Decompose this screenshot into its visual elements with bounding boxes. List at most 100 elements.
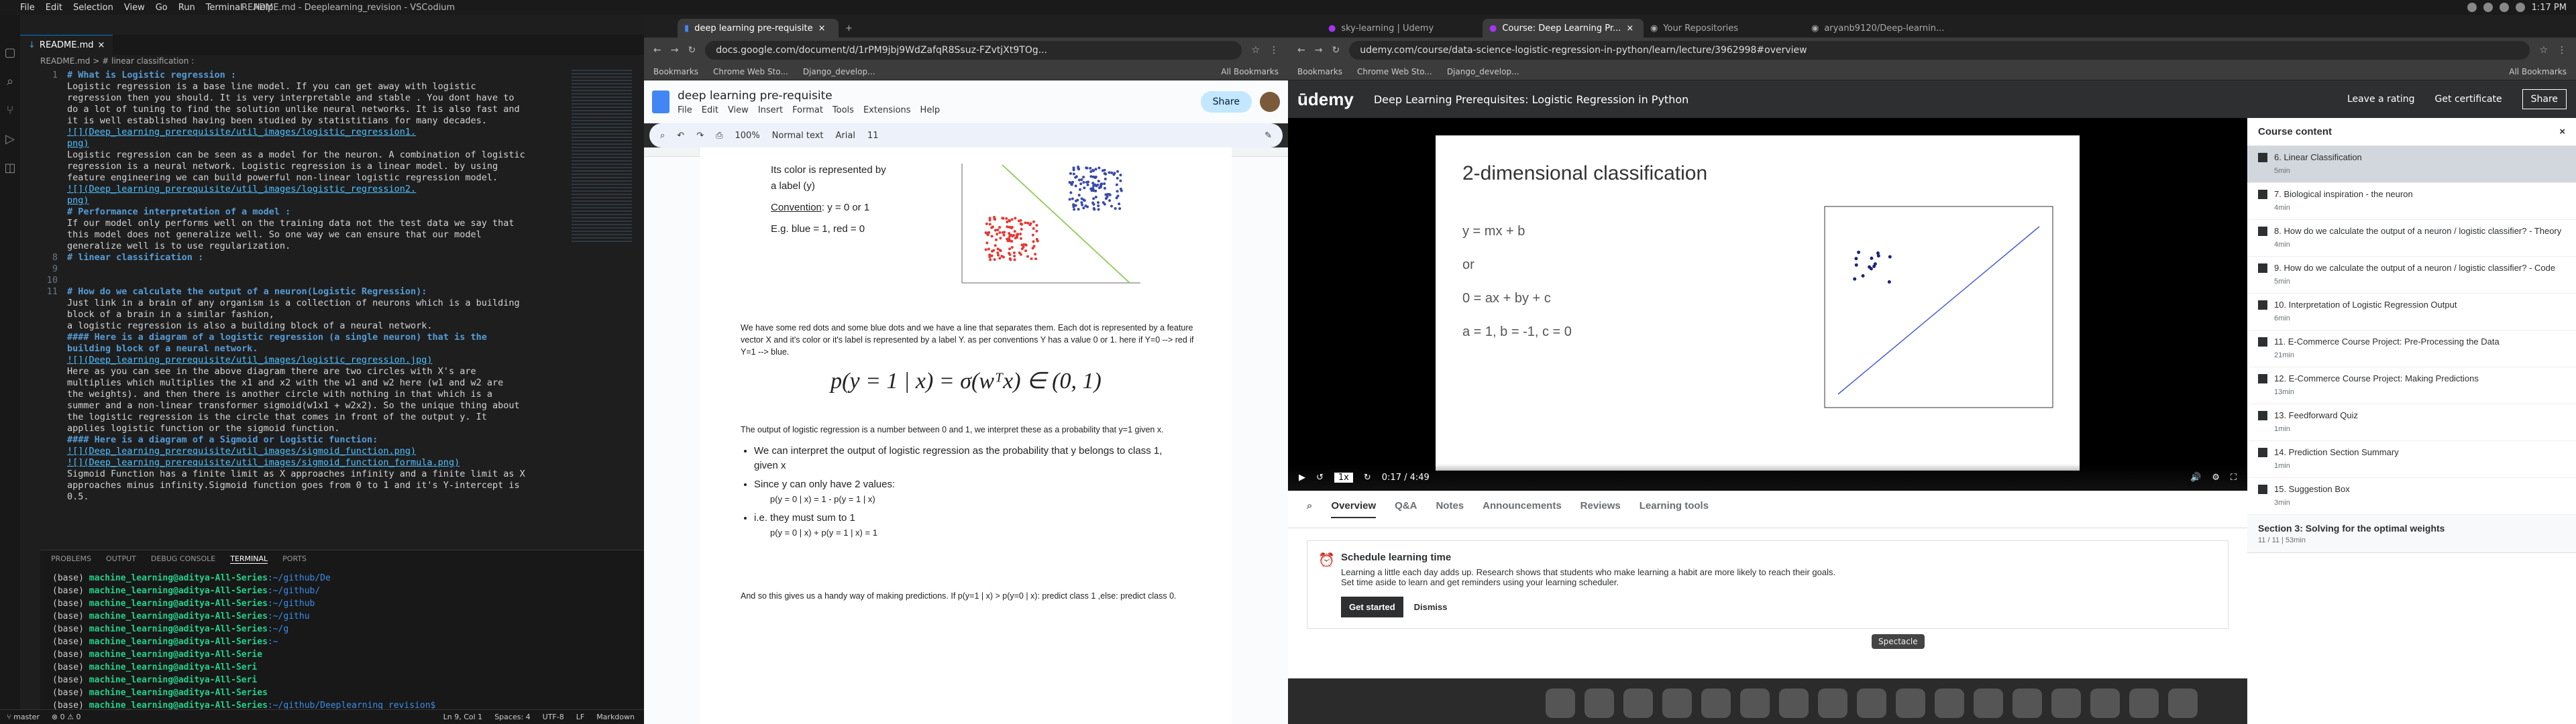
chrome-icon[interactable] <box>2051 688 2081 718</box>
close-icon[interactable]: × <box>818 23 826 34</box>
redo-icon[interactable]: ↷ <box>696 131 704 141</box>
lecture-item[interactable]: 8. How do we calculate the output of a n… <box>2247 220 2576 257</box>
lecture-item[interactable]: 6. Linear Classification 5min <box>2247 146 2576 183</box>
editor-line[interactable]: it is well established having been studi… <box>40 115 570 127</box>
tab-notes[interactable]: Notes <box>1436 500 1464 518</box>
forward-icon[interactable]: → <box>1315 45 1323 56</box>
firefox-icon[interactable] <box>1585 688 1614 718</box>
docs-menu-view[interactable]: View <box>728 105 749 115</box>
share-button[interactable]: Share <box>1200 91 1252 113</box>
editor-line[interactable]: ![](Deep_learning_prerequisite/util_imag… <box>40 127 570 138</box>
kebab-menu-icon[interactable]: ⋮ <box>2557 45 2567 56</box>
tab-learning-tools[interactable]: Learning tools <box>1640 500 1709 518</box>
tab-github-repos[interactable]: ◉ Your Repositories <box>1644 19 1805 38</box>
back-icon[interactable]: ← <box>653 45 661 56</box>
checkbox[interactable] <box>2258 190 2267 199</box>
scatter-image[interactable] <box>949 158 1143 292</box>
docs-menu-help[interactable]: Help <box>920 105 941 115</box>
bookmark-item[interactable]: Chrome Web Sto... <box>713 67 788 76</box>
source-control-icon[interactable]: ⑂ <box>7 103 14 117</box>
editor-line[interactable]: regression is a neural network. Logistic… <box>40 161 570 172</box>
editor-text-area[interactable]: 1 # What is Logistic regression : Logistic… <box>40 70 570 550</box>
docs-menu-file[interactable]: File <box>678 105 692 115</box>
docs-logo-icon[interactable] <box>652 90 669 113</box>
dismiss-button[interactable]: Dismiss <box>1414 602 1448 612</box>
editor-line[interactable]: 10 <box>40 275 570 286</box>
close-icon[interactable]: × <box>1626 23 1633 34</box>
undo-icon[interactable]: ↶ <box>677 131 684 141</box>
checkbox[interactable] <box>2258 374 2267 383</box>
docs-menu-tools[interactable]: Tools <box>833 105 854 115</box>
lecture-item[interactable]: 14. Prediction Section Summary 1min <box>2247 441 2576 478</box>
edit-mode-icon[interactable]: ✎ <box>1265 131 1272 141</box>
font-select[interactable]: Arial <box>836 131 855 141</box>
back-icon[interactable]: ← <box>1297 45 1305 56</box>
extensions-icon[interactable]: ◫ <box>4 161 15 175</box>
editor-line[interactable]: do a lot of tuning to find the solution … <box>40 104 570 115</box>
print-icon[interactable]: ⎙ <box>716 131 722 141</box>
rewind-icon[interactable]: ↺ <box>1316 473 1324 483</box>
editor-line[interactable]: #### Here is a diagram of a Sigmoid or L… <box>40 434 570 446</box>
eol[interactable]: LF <box>576 713 584 721</box>
docs-menu-edit[interactable]: Edit <box>702 105 718 115</box>
close-icon[interactable]: × <box>98 40 105 50</box>
kebab-menu-icon[interactable]: ⋮ <box>1269 45 1279 56</box>
get-certificate-button[interactable]: Get certificate <box>2435 94 2502 105</box>
lecture-item[interactable]: 10. Interpretation of Logistic Regressio… <box>2247 294 2576 330</box>
editor-line[interactable]: ![](Deep_learning_prerequisite/util_imag… <box>40 184 570 195</box>
explorer-icon[interactable]: ▢ <box>4 46 15 60</box>
editor-line[interactable]: 11 # How do we calculate the output of a … <box>40 286 570 298</box>
tab-readme[interactable]: ↓ README.md × <box>20 35 113 55</box>
avatar[interactable] <box>1260 92 1280 112</box>
bookmark-item[interactable]: Chrome Web Sto... <box>1357 67 1432 76</box>
editor-line[interactable]: this model does not generalize well. So … <box>40 229 570 241</box>
menu-terminal[interactable]: Terminal <box>206 3 243 13</box>
terminal-icon[interactable] <box>1701 688 1731 718</box>
indent-setting[interactable]: Spaces: 4 <box>494 713 530 721</box>
tab-announcements[interactable]: Announcements <box>1483 500 1562 518</box>
course-title[interactable]: Deep Learning Prerequisites: Logistic Re… <box>1374 93 1688 106</box>
video-player[interactable]: 2-dimensional classification y = mx + b … <box>1288 118 2247 491</box>
minimap[interactable] <box>572 70 632 244</box>
docs-menu-format[interactable]: Format <box>792 105 823 115</box>
editor-line[interactable]: 9 <box>40 263 570 275</box>
font-size-input[interactable]: 11 <box>867 131 879 141</box>
network-icon[interactable] <box>2467 3 2477 12</box>
lecture-item[interactable]: 9. How do we calculate the output of a n… <box>2247 257 2576 294</box>
editor-line[interactable]: png) <box>40 195 570 206</box>
reload-icon[interactable]: ↻ <box>688 45 696 56</box>
checkbox[interactable] <box>2258 153 2267 162</box>
tab-overview[interactable]: Overview <box>1331 500 1377 518</box>
menu-file[interactable]: File <box>20 3 35 13</box>
stack-icon[interactable] <box>1779 688 1809 718</box>
tab-problems[interactable]: PROBLEMS <box>51 554 91 564</box>
settings-icon[interactable] <box>1662 688 1692 718</box>
editor-line[interactable]: ![](Deep_learning_prerequisite/util_imag… <box>40 355 570 366</box>
editor-line[interactable]: Logistic regression can be seen as a mod… <box>40 149 570 161</box>
editor-line[interactable]: png) <box>40 138 570 149</box>
udemy-logo[interactable]: ūdemy <box>1297 89 1354 110</box>
all-bookmarks[interactable]: All Bookmarks <box>1221 67 1279 76</box>
search-icon[interactable]: ⌕ <box>7 74 13 88</box>
bookmark-item[interactable]: Bookmarks <box>653 67 698 76</box>
play-icon[interactable]: ▶ <box>1299 473 1305 483</box>
section-header[interactable]: Section 3: Solving for the optimal weigh… <box>2247 515 2576 553</box>
editor-line[interactable]: approaches minus infinity.Sigmoid functi… <box>40 480 570 491</box>
code-icon[interactable] <box>1935 688 1964 718</box>
editor-line[interactable]: building block of a neural network. <box>40 343 570 355</box>
folder-icon[interactable] <box>2129 688 2159 718</box>
tab-qa[interactable]: Q&A <box>1395 500 1417 518</box>
editor-line[interactable]: the logistic regression is the circle th… <box>40 412 570 423</box>
search-icon[interactable]: ⌕ <box>1307 500 1312 518</box>
forward-icon[interactable]: → <box>671 45 679 56</box>
new-tab-icon[interactable]: + <box>839 23 859 38</box>
editor-line[interactable]: 1 # What is Logistic regression : <box>40 70 570 81</box>
editor-line[interactable]: the weights). and then there is another … <box>40 389 570 400</box>
settings-icon[interactable]: ⚙ <box>2212 473 2220 483</box>
editor-line[interactable]: a logistic regression is also a building… <box>40 320 570 332</box>
editor-line[interactable]: 0.5. <box>40 491 570 503</box>
docs-menu-insert[interactable]: Insert <box>758 105 783 115</box>
editor-line[interactable]: summer and a non-linear transformer sigm… <box>40 400 570 412</box>
lecture-item[interactable]: 15. Suggestion Box 3min <box>2247 478 2576 515</box>
checkbox[interactable] <box>2258 337 2267 347</box>
